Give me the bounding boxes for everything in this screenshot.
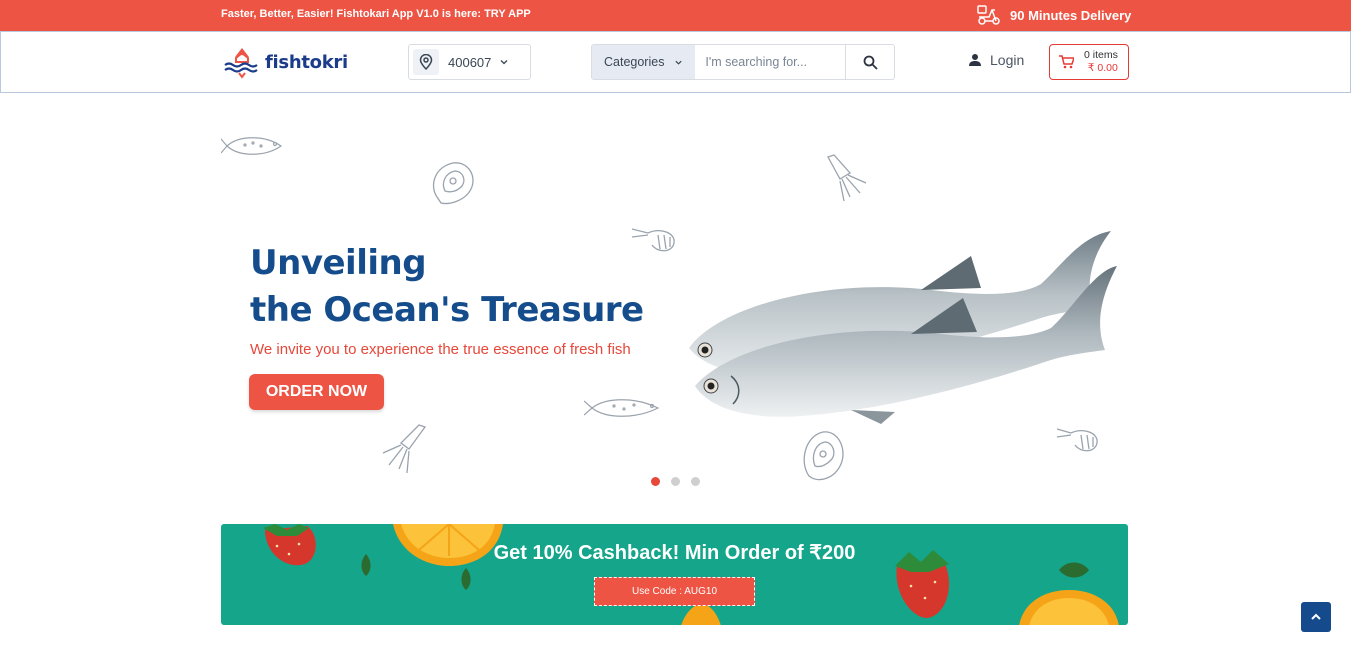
carousel-dots — [651, 477, 700, 486]
hero-carousel: Unveiling the Ocean's Treasure We invite… — [221, 93, 1128, 503]
location-pin-icon — [413, 49, 439, 75]
scroll-to-top-button[interactable] — [1301, 602, 1331, 632]
fish-steak-sketch-icon — [803, 431, 844, 481]
carousel-dot-2[interactable] — [671, 477, 680, 486]
fish-steak-sketch-icon — [432, 162, 474, 205]
delivery-info: 90 Minutes Delivery — [976, 4, 1131, 26]
site-header: fishtokri 400607 Categories Login — [0, 31, 1351, 93]
cart-total: ₹ 0.00 — [1087, 62, 1118, 74]
chevron-down-icon — [675, 60, 683, 65]
squid-sketch-icon — [827, 154, 867, 202]
app-promo-link[interactable]: Faster, Better, Easier! Fishtokari App V… — [221, 8, 531, 20]
hero-title: Unveiling the Ocean's Treasure — [250, 240, 644, 334]
logo-text: fishtokri — [265, 51, 348, 73]
cart-items-count: 0 items — [1084, 49, 1118, 61]
search-button[interactable] — [845, 45, 894, 79]
cart-button[interactable]: 0 items ₹ 0.00 — [1049, 44, 1129, 80]
delivery-text: 90 Minutes Delivery — [1010, 7, 1132, 23]
carousel-dot-1[interactable] — [651, 477, 660, 486]
order-now-button[interactable]: ORDER NOW — [249, 374, 384, 410]
scooter-icon — [977, 5, 1000, 25]
orange-slice-icon — [681, 604, 721, 625]
pincode-value: 400607 — [448, 54, 492, 70]
hero-title-line1: Unveiling — [250, 243, 427, 283]
search-bar: Categories — [591, 44, 895, 80]
site-logo[interactable]: fishtokri — [223, 45, 348, 79]
fish-logo-icon — [224, 48, 258, 79]
carousel-dot-3[interactable] — [691, 477, 700, 486]
search-icon — [863, 55, 878, 70]
category-dropdown[interactable]: Categories — [592, 45, 696, 79]
login-link[interactable]: Login — [968, 52, 1024, 68]
hero-fish-image — [689, 231, 1117, 424]
category-label: Categories — [604, 55, 665, 69]
login-label: Login — [990, 52, 1025, 68]
cashback-title: Get 10% Cashback! Min Order of ₹200 — [493, 542, 856, 564]
chevron-up-icon — [1311, 613, 1321, 620]
fish-sketch-icon — [584, 399, 660, 417]
shrimp-sketch-icon — [1056, 428, 1098, 452]
pincode-selector[interactable]: 400607 — [408, 44, 531, 80]
leaf-icon — [461, 568, 471, 590]
hero-subtitle: We invite you to experience the true ess… — [250, 341, 631, 358]
chevron-down-icon — [500, 60, 508, 65]
hero-title-line2: the Ocean's Treasure — [250, 290, 644, 330]
squid-sketch-icon — [382, 424, 427, 474]
fish-sketch-icon — [221, 137, 283, 155]
cashback-banner[interactable]: Get 10% Cashback! Min Order of ₹200 Use … — [221, 524, 1128, 625]
cart-icon — [1059, 55, 1074, 69]
search-input[interactable] — [695, 45, 846, 79]
cart-summary: 0 items ₹ 0.00 — [1084, 49, 1118, 75]
orange-slice-icon — [1019, 590, 1119, 625]
user-icon — [969, 54, 981, 66]
coupon-code-badge[interactable]: Use Code : AUG10 — [594, 577, 755, 606]
top-promo-bar: Faster, Better, Easier! Fishtokari App V… — [0, 0, 1351, 31]
